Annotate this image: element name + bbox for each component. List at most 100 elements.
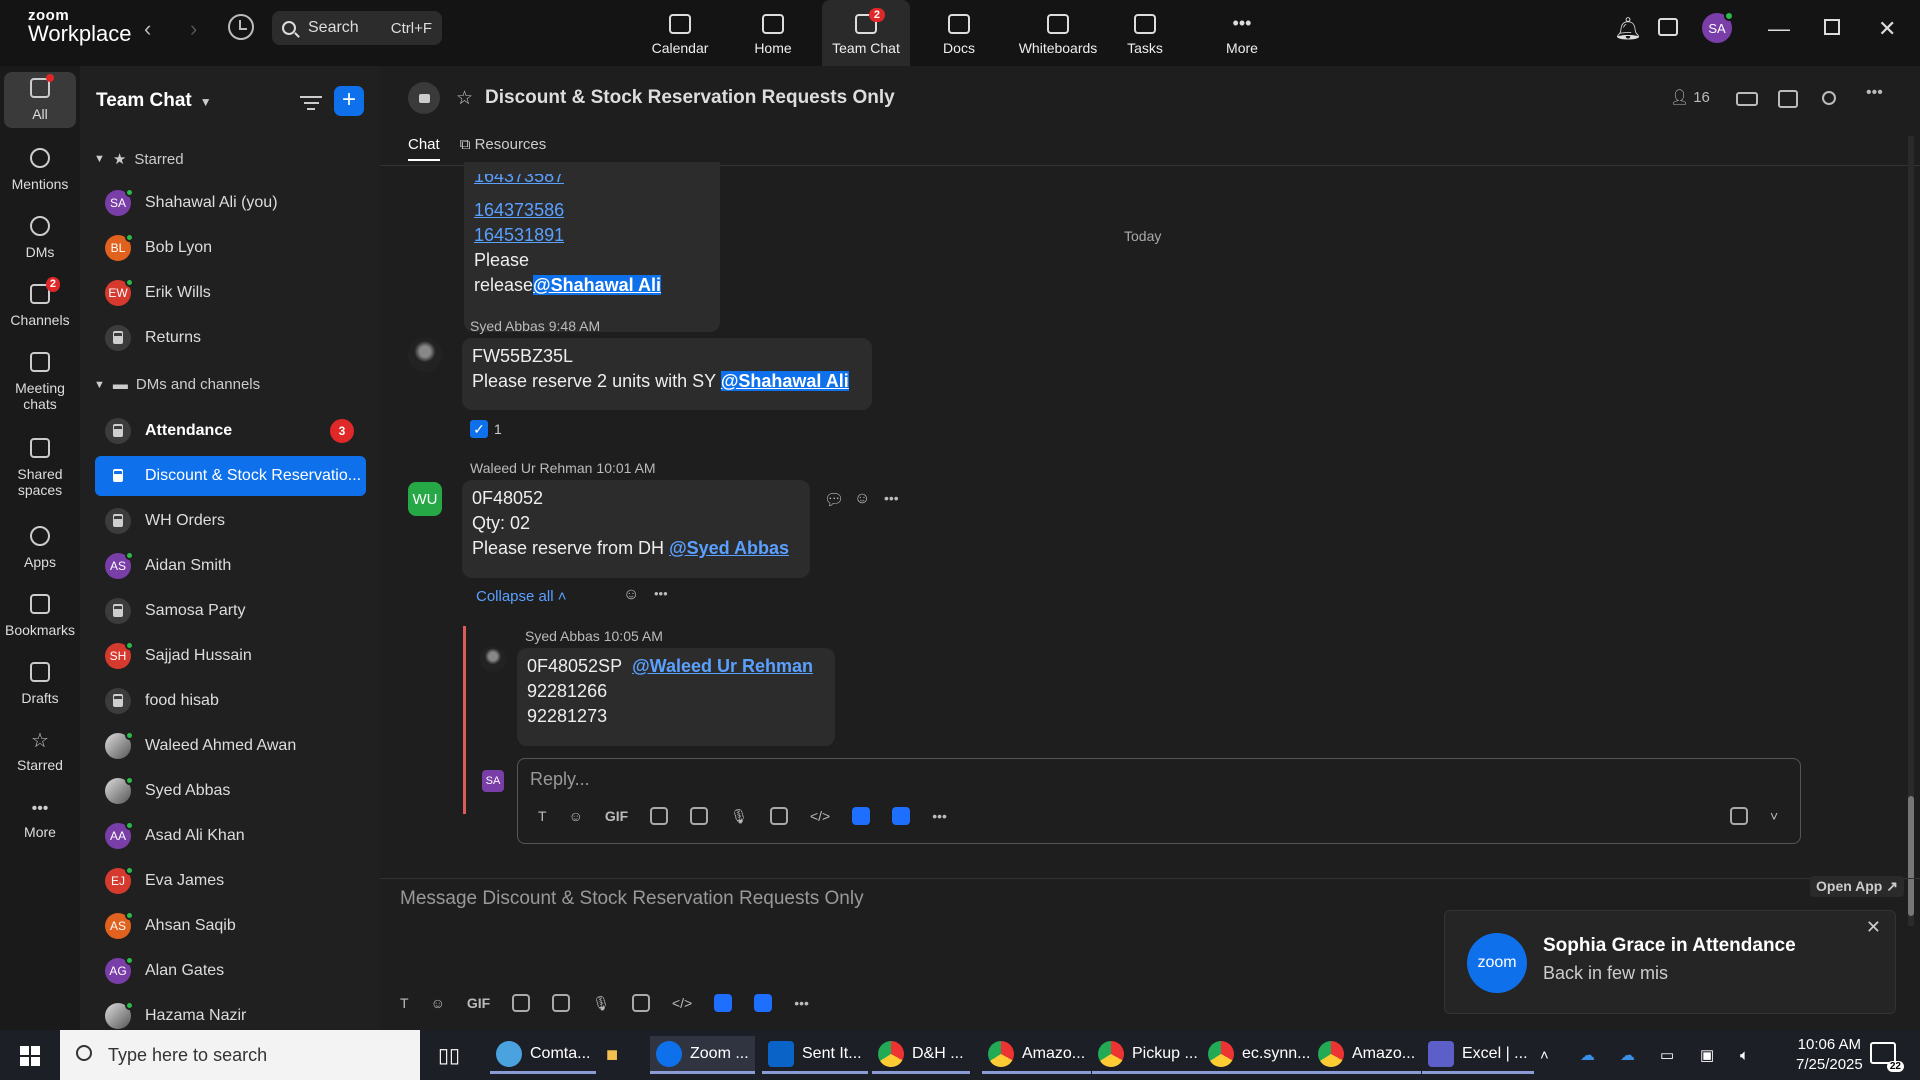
file-icon[interactable] [512, 994, 531, 1012]
rail-drafts[interactable]: Drafts [4, 662, 76, 706]
forward-arrow-icon[interactable]: › [190, 16, 197, 42]
taskbar-search[interactable]: Type here to search [60, 1030, 420, 1080]
emoji-icon[interactable]: ☺ [431, 995, 445, 1011]
topnav-tasks[interactable]: Tasks [1101, 0, 1189, 66]
code-icon[interactable]: </> [672, 995, 692, 1011]
dms-section-header[interactable]: ▼ ▬ DMs and channels [94, 376, 260, 393]
screenshot-icon[interactable] [690, 807, 709, 825]
topnav-calendar[interactable]: Calendar [636, 0, 724, 66]
mic-icon[interactable]: 🎙︎ [592, 995, 610, 1012]
rail-mentions[interactable]: Mentions [4, 148, 76, 192]
topnav-home[interactable]: Home [729, 0, 817, 66]
taskbar-app-chrome[interactable]: D&H ... [872, 1036, 970, 1074]
emoji-icon[interactable]: ☺ [569, 808, 583, 824]
channel-title[interactable]: Discount & Stock Reservation Requests On… [485, 87, 895, 109]
more-actions-icon[interactable]: ••• [654, 586, 668, 601]
order-link[interactable]: 164531891 [474, 223, 674, 248]
taskbar-app-outlook[interactable]: Sent It... [762, 1036, 868, 1074]
sidebar-item[interactable]: food hisab [95, 681, 366, 721]
sidebar-item[interactable]: Waleed Ahmed Awan [95, 726, 366, 766]
tab-resources[interactable]: ⧉ Resources [460, 136, 547, 161]
notification-toast[interactable]: zoom Sophia Grace in Attendance Back in … [1444, 910, 1896, 1014]
sidebar-item[interactable]: Samosa Party [95, 591, 366, 631]
new-chat-button[interactable]: + [334, 86, 364, 116]
sidebar-item[interactable]: Hazama Nazir [95, 996, 366, 1030]
onedrive-icon[interactable]: ☁ [1580, 1030, 1595, 1080]
reply-icon[interactable]: 💬︎ [824, 490, 844, 510]
code-icon[interactable]: </> [810, 808, 830, 824]
more-actions-icon[interactable]: ••• [884, 490, 899, 506]
taskbar-app-teams[interactable]: Excel | ... [1422, 1036, 1534, 1074]
topnav-docs[interactable]: Docs [915, 0, 1003, 66]
message-bubble[interactable]: 164373587 164373586 164531891 Please rel… [464, 162, 720, 332]
rail-shared-spaces[interactable]: Shared spaces [4, 438, 76, 498]
restore-button[interactable] [1824, 19, 1840, 35]
mic-icon[interactable]: 🎙︎ [730, 808, 748, 825]
topnav-whiteboards[interactable]: Whiteboards [1008, 0, 1108, 66]
notification-center-icon[interactable]: 22 [1870, 1042, 1904, 1072]
file-icon[interactable] [650, 807, 669, 825]
network-icon[interactable]: ▣ [1700, 1030, 1714, 1080]
sidebar-item[interactable]: Syed Abbas [95, 771, 366, 811]
starred-section-header[interactable]: ▼ ★ Starred [94, 150, 184, 169]
sidebar-item[interactable]: SH Sajjad Hussain [95, 636, 366, 676]
sidebar-title[interactable]: Team Chat ▼ [96, 90, 212, 112]
text-format-icon[interactable]: T [400, 995, 409, 1011]
sidebar-item[interactable]: AS Aidan Smith [95, 546, 366, 586]
back-arrow-icon[interactable]: ‹ [144, 16, 151, 42]
calendar-today-icon[interactable] [1658, 18, 1678, 36]
taskbar-app-chrome[interactable]: Amazo... [982, 1036, 1092, 1074]
star-outline-icon[interactable]: ☆ [456, 87, 473, 110]
rail-all[interactable]: All [4, 72, 76, 129]
sidebar-item[interactable]: AS Ahsan Saqib [95, 906, 366, 946]
sidebar-item[interactable]: EW Erik Wills [95, 273, 366, 313]
taskbar-app-comtasks[interactable]: Comta... [490, 1036, 597, 1074]
app-icon[interactable] [892, 807, 911, 825]
collapse-all-link[interactable]: Collapse all ˄ [476, 588, 566, 605]
chevron-up-icon[interactable]: ˄ [1540, 1030, 1549, 1080]
sidebar-item[interactable]: BL Bob Lyon [95, 228, 366, 268]
app-icon[interactable] [714, 994, 733, 1012]
more-icon[interactable]: ••• [794, 995, 809, 1011]
avatar[interactable]: WU [408, 482, 442, 516]
mention[interactable]: @Shahawal Ali [720, 371, 849, 391]
scrollbar-thumb[interactable] [1908, 796, 1914, 916]
volume-icon[interactable]: 🔈︎ [1740, 1030, 1749, 1080]
sidebar-item[interactable]: EJ Eva James [95, 861, 366, 901]
calendar-icon[interactable] [1778, 90, 1798, 108]
order-link[interactable]: 164373586 [474, 198, 674, 223]
taskbar-clock[interactable]: 10:06 AM 7/25/2025 [1796, 1035, 1863, 1075]
search-input[interactable]: Search Ctrl+F [272, 11, 442, 45]
taskbar-app-chrome[interactable]: Amazo... [1312, 1036, 1422, 1074]
sidebar-item[interactable]: WH Orders [95, 501, 366, 541]
avatar[interactable] [480, 646, 506, 672]
tab-chat[interactable]: Chat [408, 136, 440, 161]
windows-start-icon[interactable] [20, 1046, 40, 1066]
members-button[interactable]: 👤︎ 16 [1670, 88, 1710, 106]
file-explorer-icon[interactable]: ■ [606, 1030, 618, 1080]
rail-channels[interactable]: 2 Channels [4, 277, 76, 328]
task-view-icon[interactable]: ▯▯ [438, 1030, 460, 1080]
reaction-checkmark[interactable]: ✓ 1 [470, 420, 502, 438]
avatar[interactable] [408, 338, 442, 372]
chevron-down-icon[interactable]: ˅ [1770, 808, 1778, 824]
rail-meeting-chats[interactable]: Meeting chats [4, 352, 76, 412]
mention[interactable]: @Waleed Ur Rehman [632, 656, 813, 676]
sidebar-item[interactable]: SA Shahawal Ali (you) [95, 183, 366, 223]
reply-input[interactable]: Reply... T ☺ GIF 🎙︎ </> ••• ˅ [517, 758, 1801, 844]
sidebar-item[interactable]: Attendance 3 [95, 411, 366, 451]
minimize-button[interactable]: — [1768, 16, 1790, 42]
rail-apps[interactable]: Apps [4, 526, 76, 570]
video-message-icon[interactable] [631, 994, 650, 1012]
taskbar-app-chrome[interactable]: ec.synn... [1202, 1036, 1317, 1074]
profile-avatar[interactable]: SA [1702, 11, 1734, 43]
app-icon[interactable] [754, 994, 773, 1012]
onedrive-icon[interactable]: ☁ [1620, 1030, 1635, 1080]
order-link[interactable]: 164373587 [474, 174, 564, 189]
rail-dms[interactable]: DMs [4, 216, 76, 260]
rail-bookmarks[interactable]: Bookmarks [4, 594, 76, 638]
mention[interactable]: @Shahawal Ali [533, 275, 661, 295]
open-app-button[interactable]: Open App ↗ [1810, 876, 1904, 897]
more-icon[interactable]: ••• [932, 808, 947, 824]
text-format-icon[interactable]: T [538, 808, 547, 824]
